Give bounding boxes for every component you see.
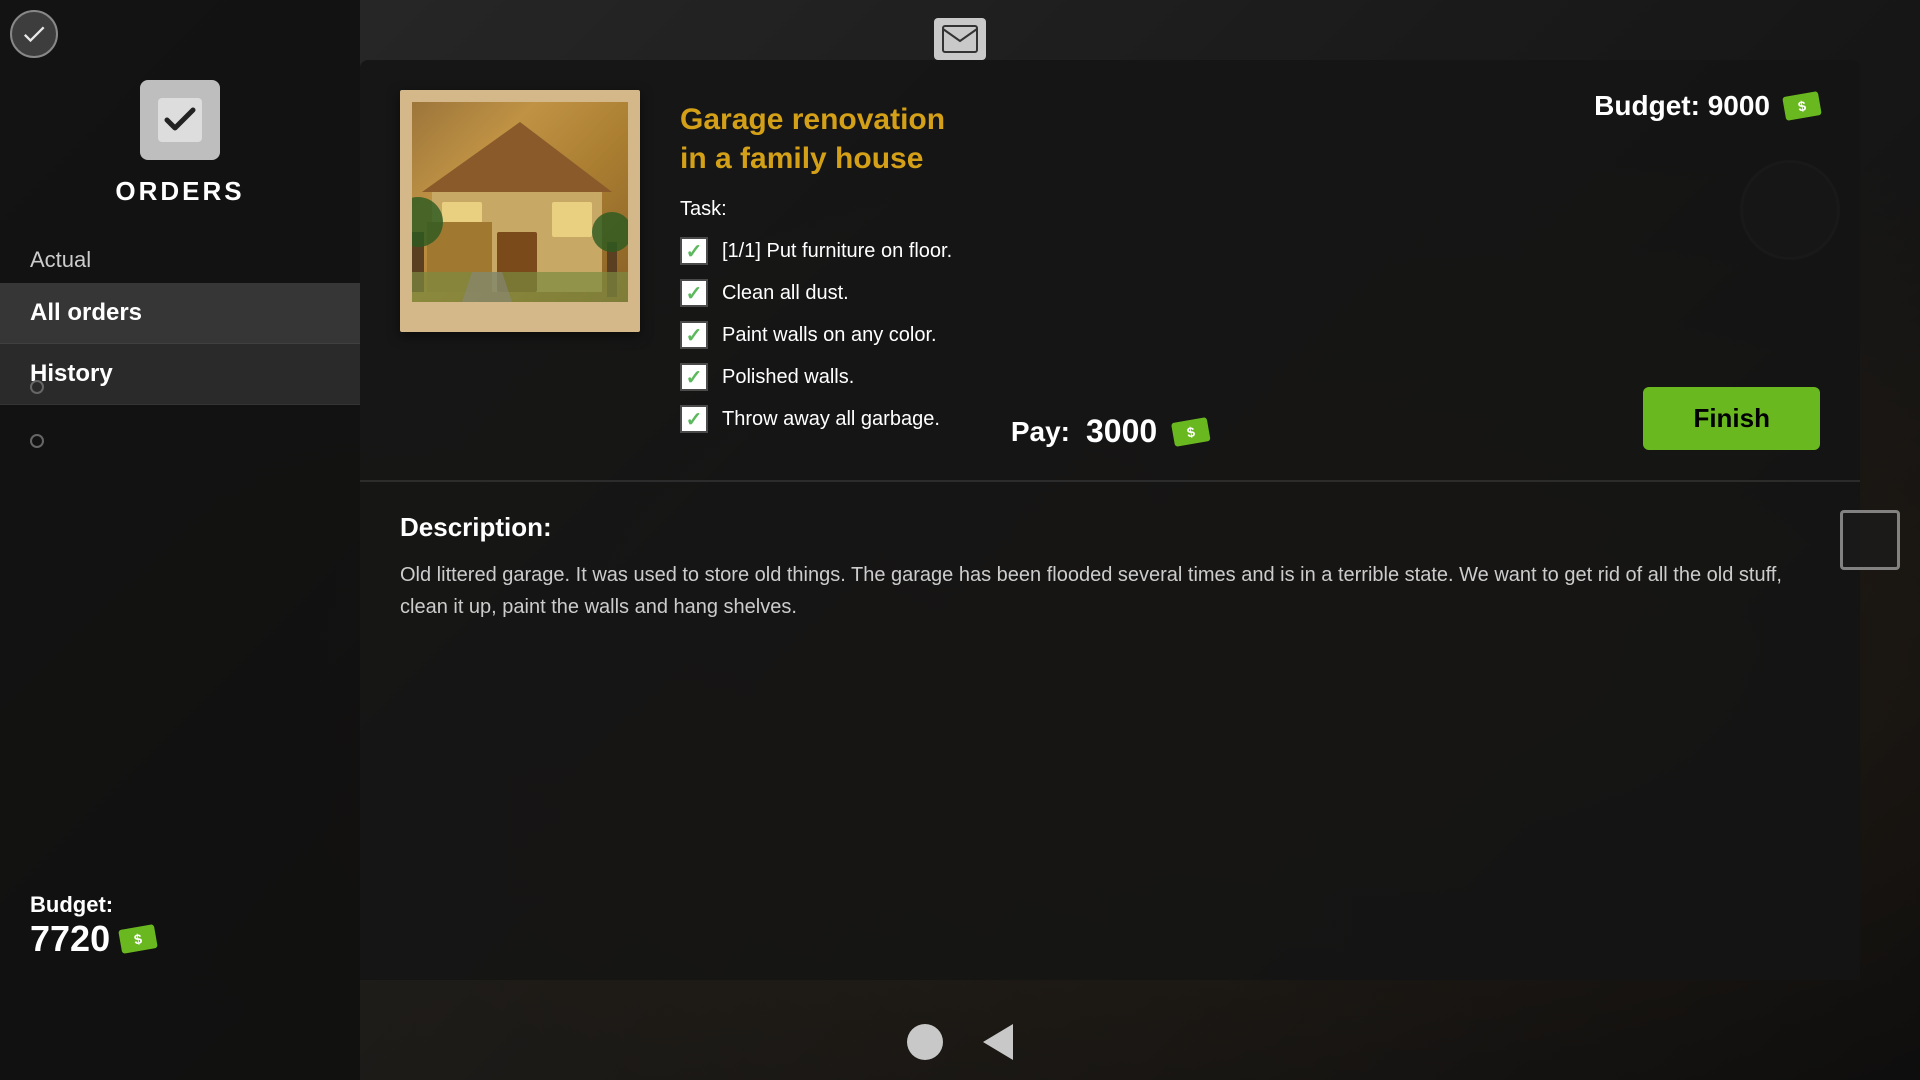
polaroid-image [412,102,628,302]
task-item-1: ✓ [1/1] Put furniture on floor. [680,237,1820,265]
orders-icon-svg [155,95,205,145]
task-text-3: Paint walls on any color. [722,324,937,347]
mail-button[interactable] [934,18,986,60]
task-text-5: Throw away all garbage. [722,408,940,431]
sidebar: ORDERS Actual All orders History Budget:… [0,0,360,1080]
pay-label: Pay: [1011,416,1070,448]
finish-button[interactable]: Finish [1643,387,1820,450]
sidebar-item-history[interactable]: History [0,344,360,405]
mail-icon [942,25,978,53]
dot-2 [30,434,44,448]
task-item-3: ✓ Paint walls on any color. [680,321,1820,349]
sidebar-actual-section: Actual [0,237,360,283]
task-label: Task: [680,198,1820,221]
top-check-button[interactable] [10,10,60,60]
task-check-1: ✓ [680,237,708,265]
budget-bottom-value: 7720 [30,918,110,960]
orders-icon [140,80,220,160]
sidebar-item-all-orders[interactable]: All orders [0,283,360,344]
task-check-5: ✓ [680,405,708,433]
order-photo [400,90,640,332]
house-svg [412,102,628,302]
budget-bottom-left: Budget: 7720 [30,892,156,960]
home-button[interactable] [907,1024,943,1060]
bottom-nav [907,1024,1013,1060]
pay-amount: 3000 [1086,413,1157,450]
task-text-4: Polished walls. [722,366,854,389]
budget-top-label: Budget: 9000 [1594,90,1770,122]
task-text-2: Clean all dust. [722,282,849,305]
task-text-1: [1/1] Put furniture on floor. [722,240,952,263]
checkmark-icon [20,20,48,48]
description-card: Description: Old littered garage. It was… [360,480,1860,980]
description-label: Description: [400,512,1820,543]
money-icon-top [1782,91,1822,121]
sidebar-dots [30,380,44,448]
pay-section: Pay: 3000 [1011,413,1209,450]
back-button[interactable] [983,1024,1013,1060]
budget-top-right: Budget: 9000 [1594,90,1820,122]
task-check-2: ✓ [680,279,708,307]
description-text: Old littered garage. It was used to stor… [400,559,1820,623]
task-check-3: ✓ [680,321,708,349]
main-content: Budget: 9000 [360,60,1860,980]
dot-1 [30,380,44,394]
money-icon-bottom [118,924,158,954]
right-square-button[interactable] [1840,510,1900,570]
task-item-2: ✓ Clean all dust. [680,279,1820,307]
orders-title: ORDERS [115,176,244,207]
order-card: Budget: 9000 [360,60,1860,480]
money-icon-pay [1171,417,1211,447]
task-check-4: ✓ [680,363,708,391]
